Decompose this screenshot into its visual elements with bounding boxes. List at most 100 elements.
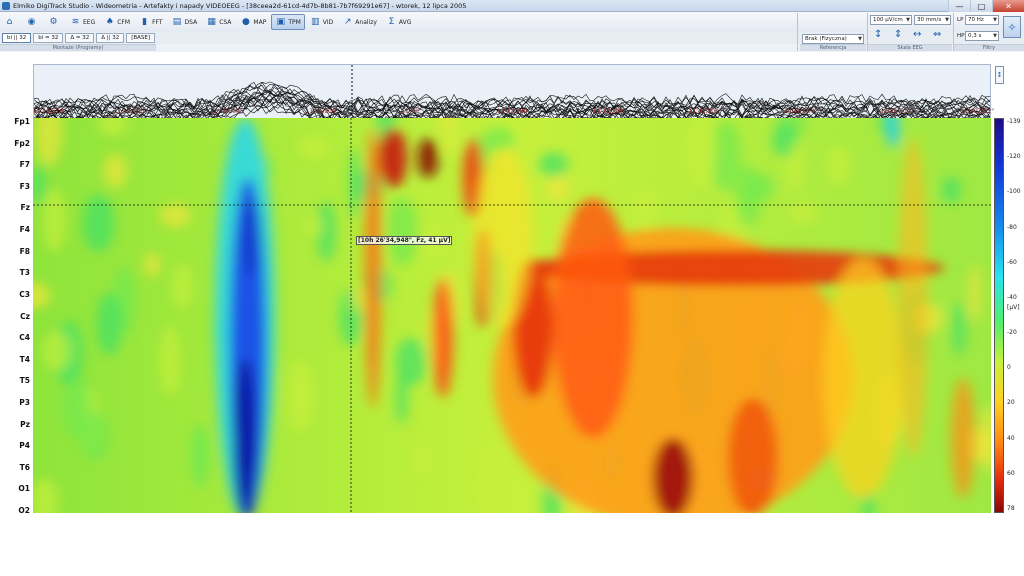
heatmap-region	[103, 153, 128, 189]
heatmap-region	[942, 175, 961, 204]
montage-tabs: bi || 32 bi = 32 Δ = 32 Δ || 32 [BASE]	[0, 32, 1024, 44]
heatmap-region	[96, 292, 123, 355]
heatmap-region	[418, 138, 438, 178]
channel-label-o2: O2	[18, 506, 30, 515]
channel-label-c4: C4	[19, 333, 30, 343]
filter-settings-icon[interactable]: ✧	[1003, 16, 1021, 38]
montage-tab[interactable]: Δ || 32	[96, 33, 125, 43]
heatmap-region	[286, 359, 314, 433]
toolbar-button-eeg[interactable]: ≋ EEG	[66, 14, 99, 30]
time-tick-label: 11'41,576"	[33, 108, 67, 115]
heatmap-region	[233, 358, 257, 513]
scroll-up-button[interactable]: ↕	[995, 66, 1004, 84]
speed-value: 30 mm/s	[917, 17, 942, 23]
toolbar-button-map[interactable]: ● MAP	[236, 14, 270, 30]
toolbar-button-home[interactable]: ⌂	[0, 14, 21, 30]
heatmap-region	[79, 412, 109, 462]
grid-icon: ▣	[276, 17, 286, 27]
heatmap-region	[172, 263, 192, 310]
toolbar-button-csa[interactable]: ▦ CSA	[202, 14, 235, 30]
hp-label: HP	[957, 33, 965, 39]
head-icon: ♠	[105, 17, 114, 27]
toolbar-button-vid[interactable]: ▥ VID	[306, 14, 338, 30]
toolbar-button-analizy[interactable]: ↗ Analizy	[338, 14, 381, 30]
sensitivity-select[interactable]: 100 μV/cm ▼	[870, 15, 912, 25]
sensitivity-value: 100 μV/cm	[873, 17, 903, 23]
close-button[interactable]: ✕	[992, 0, 1024, 12]
color-scale-tick: -100	[1007, 188, 1021, 196]
channel-label-p4: P4	[19, 441, 30, 451]
toolbar-button-cfm[interactable]: ♠ CFM	[100, 14, 134, 30]
heatmap-region	[748, 173, 775, 202]
heatmap-region	[968, 264, 981, 323]
stack-icon: ▤	[172, 17, 182, 27]
heatmap-region	[412, 442, 432, 476]
toolbar-button-label: EEG	[83, 18, 96, 26]
toolbar-button-avg[interactable]: Σ AVG	[382, 14, 415, 30]
color-scale-bar	[994, 118, 1004, 513]
montage-tab[interactable]: Δ = 32	[65, 33, 95, 43]
reference-value: Brak (Fizyczna)	[805, 36, 847, 42]
scale-compress-icon[interactable]: ⇕	[894, 29, 902, 40]
heatmap-region	[951, 378, 975, 498]
channel-label-cz: Cz	[20, 311, 30, 321]
toolbar-button-label: TPM	[288, 18, 301, 26]
toolbar-button-eye[interactable]: ◉	[22, 14, 43, 30]
channel-label-f8: F8	[19, 246, 30, 256]
heatmap-region	[539, 151, 569, 178]
group-label-filtry: Filtry	[954, 44, 1024, 51]
heatmap-region	[827, 144, 851, 187]
channel-label-p3: P3	[19, 397, 30, 407]
hp-select[interactable]: 0,3 s ▼	[965, 31, 999, 41]
scale-expand-h-icon[interactable]: ↔	[913, 29, 921, 40]
maximize-button[interactable]: □	[970, 0, 992, 12]
heatmap-region	[82, 194, 115, 252]
window-controls: — □ ✕	[948, 0, 1024, 12]
heatmap-region	[42, 330, 71, 372]
time-tick-label: 11'42,100"	[497, 108, 531, 115]
scale-up-down-icon[interactable]: ↕	[874, 29, 882, 40]
time-tick-label: 11'42,400"	[784, 108, 818, 115]
channel-label-fp1: Fp1	[14, 117, 30, 126]
cursor-readout: [10h 26'34,948", Fz, 41 μV]	[356, 236, 453, 245]
color-scale-tick: 0	[1007, 364, 1011, 372]
heatmap-region	[772, 122, 796, 158]
heatmap-region	[387, 197, 418, 266]
heatmap-region	[952, 301, 967, 356]
toolbar-button-dsa[interactable]: ▤ DSA	[168, 14, 202, 30]
toolbar-button-label: AVG	[398, 18, 412, 26]
montage-tab[interactable]: bi = 32	[33, 33, 64, 43]
toolbar-button-gear[interactable]: ⚙	[44, 14, 65, 30]
channel-label-c3: C3	[19, 289, 30, 299]
chart-icon: ↗	[344, 17, 352, 27]
channel-label-t5: T5	[19, 376, 30, 386]
montage-tab[interactable]: bi || 32	[2, 33, 32, 43]
toolbar-button-fft[interactable]: ▮ FFT	[135, 14, 166, 30]
color-scale-tick: -40	[1007, 293, 1017, 301]
channel-label-f7: F7	[19, 160, 30, 170]
group-label-skala: Skala EEG	[868, 44, 952, 51]
topographic-heatmap[interactable]	[33, 118, 991, 513]
minimize-button[interactable]: —	[948, 0, 970, 12]
channel-label-t3: T3	[19, 268, 30, 278]
toolbar-button-label: Analizy	[355, 18, 377, 26]
time-tick-label: 11'41,700"	[113, 108, 147, 115]
color-scale-tick: -120	[1007, 153, 1021, 161]
time-axis: 11'41,576" 11'41,700" 11'41,800" 11'41,900"…	[33, 108, 994, 118]
toolbar-button-label: FFT	[152, 18, 163, 26]
heatmap-region	[728, 398, 778, 513]
speed-select[interactable]: 30 mm/s ▼	[914, 15, 951, 25]
color-scale-tick: 40	[1007, 434, 1015, 442]
scale-compress-h-icon[interactable]: ⇔	[933, 29, 941, 40]
group-label-referencja: Referencja	[800, 44, 866, 51]
toolbar-button-tpm[interactable]: ▣ TPM	[271, 14, 305, 30]
chevron-down-icon: ▼	[858, 36, 862, 42]
reference-select[interactable]: Brak (Fizyczna) ▼	[802, 34, 864, 44]
heatmap-region	[306, 215, 322, 237]
film-icon: ▥	[311, 17, 320, 27]
lp-select[interactable]: 70 Hz ▼	[965, 15, 999, 25]
montage-tab[interactable]: [BASE]	[126, 33, 155, 43]
wave-icon: ≋	[71, 17, 80, 27]
heatmap-region	[898, 138, 928, 458]
channel-label-fz: Fz	[20, 203, 31, 213]
